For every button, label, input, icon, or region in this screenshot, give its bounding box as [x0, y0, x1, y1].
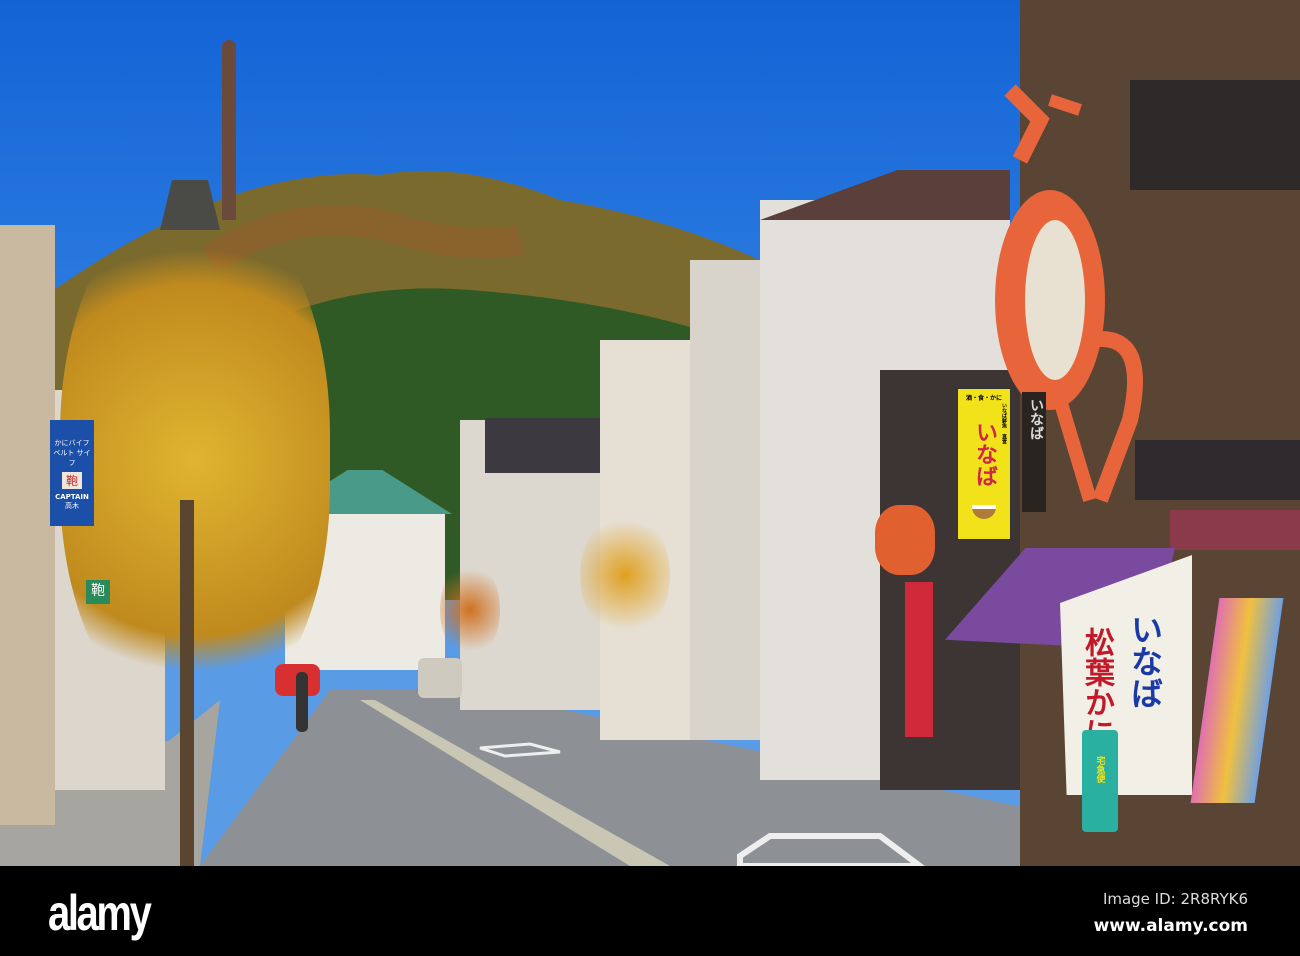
tiled-roof	[485, 418, 600, 473]
lamp-pole	[222, 40, 236, 220]
sign-shop-name: いなば	[972, 420, 997, 487]
site-url: www.alamy.com	[1093, 916, 1248, 936]
tree-trunk	[180, 500, 194, 866]
watermark-footer: alamy Image ID: 2R8RYK6 www.alamy.com	[0, 866, 1300, 956]
white-car	[418, 658, 462, 698]
banner-shop-name: いなば	[1126, 613, 1164, 709]
autumn-tree	[580, 510, 670, 640]
image-id: Image ID: 2R8RYK6	[1102, 890, 1248, 908]
autumn-tree	[60, 200, 330, 720]
sign-brand: CAPTAIN	[55, 493, 89, 501]
sign-bag-kanji: 鞄	[62, 472, 82, 489]
delivery-sign: 宅急便	[1082, 730, 1118, 832]
captain-sign: かにバイフ ベルト サイフ 鞄 CAPTAIN 高木	[50, 420, 94, 526]
autumn-tree	[440, 560, 500, 660]
banner-crab-text: 松葉かに	[1079, 627, 1114, 747]
street-photo: 酒・食・かに いなば いなば鮮魚 直営 いなば いなば 松葉かに 宅急便 かにバ…	[0, 0, 1300, 866]
left-building	[0, 225, 55, 825]
cyclist	[296, 672, 308, 732]
small-crab-sculpture	[875, 505, 935, 575]
awning-red	[1170, 510, 1300, 550]
rice-bowl-icon	[972, 505, 996, 519]
sign-sub: いなば鮮魚 直営	[1001, 403, 1007, 444]
sign-tagline: 酒・食・かに	[965, 395, 1002, 402]
dark-vertical-sign: いなば	[1022, 392, 1046, 512]
red-nobori-flag	[905, 582, 933, 737]
alamy-logo: alamy	[48, 885, 152, 941]
building	[690, 260, 760, 740]
sign-products: かにバイフ ベルト サイフ	[53, 439, 91, 467]
sign-name: 高木	[65, 502, 79, 510]
small-green-sign: 鞄	[86, 580, 110, 604]
inaba-yellow-sign: 酒・食・かに いなば いなば鮮魚 直営	[957, 388, 1011, 540]
delivery-text: 宅急便	[1094, 756, 1105, 783]
